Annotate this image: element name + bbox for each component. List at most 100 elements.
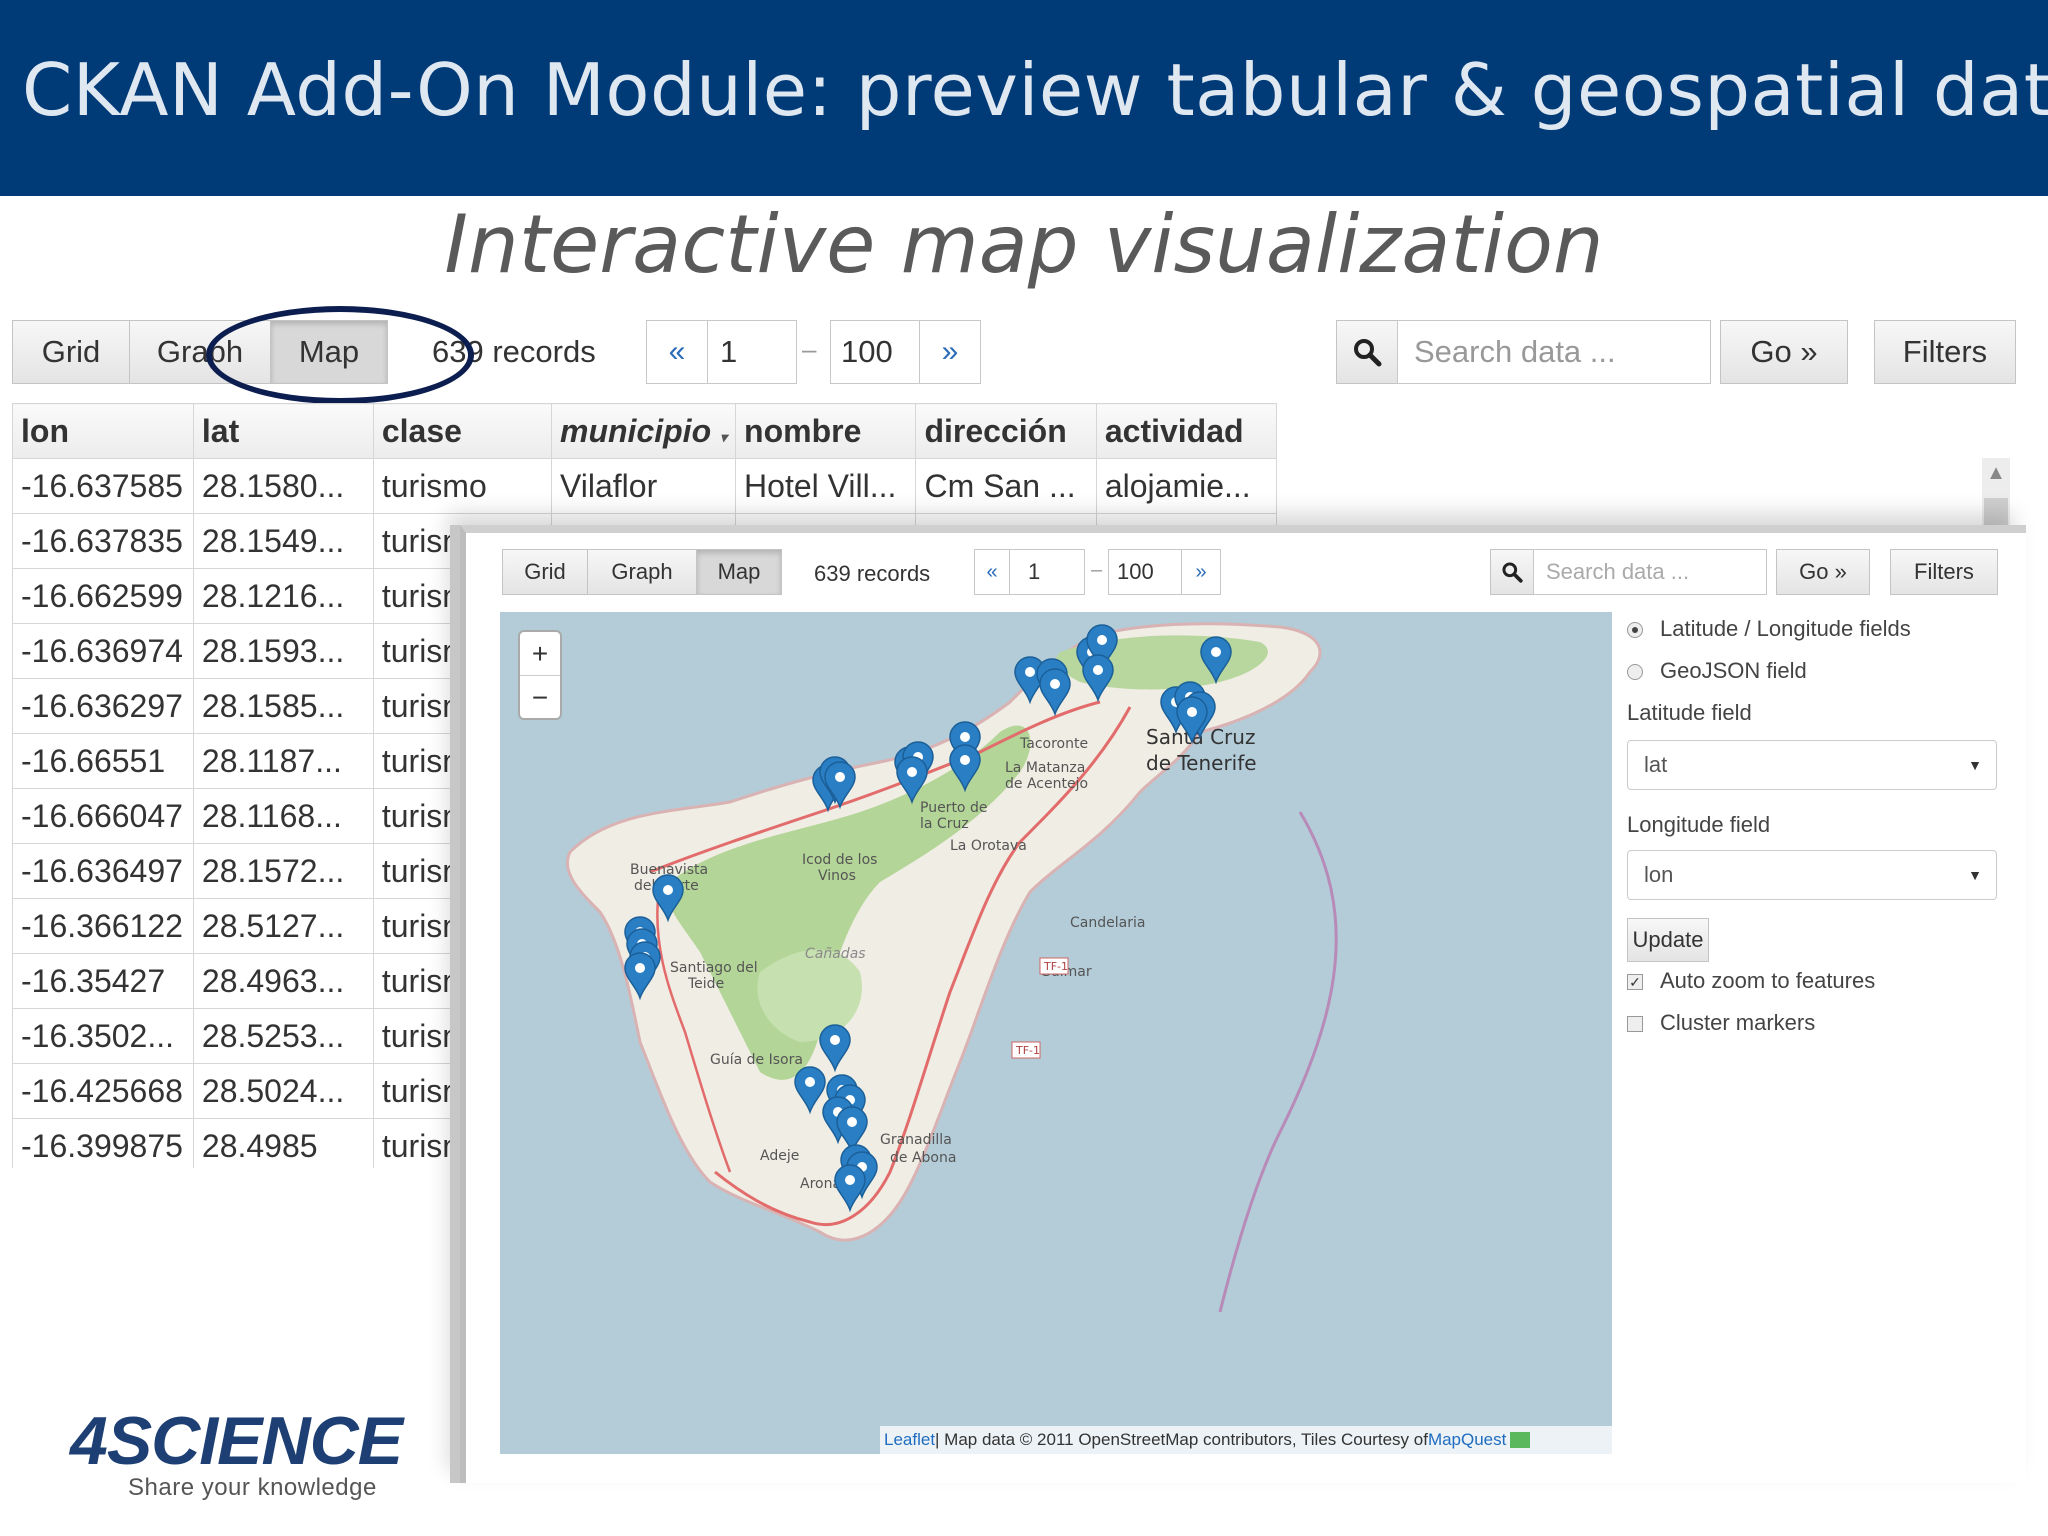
tab-map[interactable]: Map xyxy=(696,549,782,595)
next-page-label: » xyxy=(941,335,959,368)
mapquest-link[interactable]: MapQuest xyxy=(1428,1430,1506,1450)
table-cell: 28.4963... xyxy=(192,953,374,1009)
svg-text:Santiago del: Santiago del xyxy=(670,960,758,976)
table-cell: alojamie... xyxy=(1095,458,1277,514)
page-to-input[interactable]: 100 xyxy=(1108,549,1182,595)
map-marker-dot xyxy=(1211,647,1221,657)
map-marker-dot xyxy=(1025,667,1035,677)
latitude-field-select[interactable]: lat ▼ xyxy=(1627,740,1997,790)
table-row[interactable]: -16.637585 28.1580... turismo Vilaflor Hotel… xyxy=(12,458,1277,514)
caret-down-icon: ▼ xyxy=(1968,867,1982,883)
longitude-field-label: Longitude field xyxy=(1627,812,1771,837)
search-icon xyxy=(1502,562,1523,583)
svg-text:La Matanza: La Matanza xyxy=(1005,760,1085,776)
column-header[interactable]: dirección xyxy=(915,403,1097,459)
search-input[interactable]: Search data ... xyxy=(1533,549,1767,595)
attribution-text: | Map data © 2011 OpenStreetMap contribu… xyxy=(935,1430,1428,1449)
checkbox-icon[interactable] xyxy=(1627,1016,1643,1032)
map-marker-dot xyxy=(835,772,845,782)
map-marker-dot xyxy=(847,1117,857,1127)
zoom-control: + − xyxy=(518,630,562,720)
svg-text:de Tenerife: de Tenerife xyxy=(1146,751,1257,775)
column-header[interactable]: nombre xyxy=(735,403,917,459)
svg-text:TF-1: TF-1 xyxy=(1015,1044,1040,1057)
go-button[interactable]: Go » xyxy=(1776,549,1870,595)
go-button[interactable]: Go » xyxy=(1720,320,1848,384)
table-cell: -16.636297 xyxy=(12,678,194,734)
map-marker-dot xyxy=(1097,635,1107,645)
svg-text:Tacoronte: Tacoronte xyxy=(1019,736,1088,752)
latitude-field-label: Latitude field xyxy=(1627,700,1752,725)
column-header[interactable]: actividad xyxy=(1095,403,1277,459)
column-header-sorted[interactable]: municipio ▾ xyxy=(550,403,737,459)
tab-graph[interactable]: Graph xyxy=(587,549,697,595)
column-header[interactable]: clase xyxy=(372,403,553,459)
map-marker-dot xyxy=(960,755,970,765)
column-header-label: municipio xyxy=(560,412,712,449)
prev-page-button[interactable]: « xyxy=(974,549,1010,595)
search-icon xyxy=(1354,339,1382,367)
zoom-in-button[interactable]: + xyxy=(520,632,560,676)
page-range-dash: – xyxy=(802,334,817,364)
table-cell: 28.1572... xyxy=(192,843,374,899)
slide-title: CKAN Add-On Module: preview tabular & ge… xyxy=(22,48,2048,132)
svg-text:Candelaria: Candelaria xyxy=(1070,915,1145,931)
record-count: 639 records xyxy=(814,561,931,586)
logo-name: 4SCIENCE xyxy=(70,1403,403,1479)
next-page-button[interactable]: » xyxy=(1181,549,1221,595)
page-from-input[interactable]: 1 xyxy=(1009,549,1085,595)
option-geojson[interactable]: GeoJSON field xyxy=(1660,658,1807,684)
table-cell: -16.637585 xyxy=(12,458,194,514)
option-latlon[interactable]: Latitude / Longitude fields xyxy=(1660,616,1911,642)
checkbox-icon[interactable]: ✓ xyxy=(1627,974,1643,990)
leaflet-link[interactable]: Leaflet xyxy=(884,1430,935,1450)
update-button[interactable]: Update xyxy=(1627,918,1709,962)
table-cell: -16.637835 xyxy=(12,513,194,569)
svg-text:La Orotava: La Orotava xyxy=(950,838,1027,854)
filters-button[interactable]: Filters xyxy=(1874,320,2016,384)
table-cell: Vilaflor xyxy=(550,458,737,514)
map-marker-dot xyxy=(1187,707,1197,717)
next-page-label: » xyxy=(1195,560,1207,583)
auto-zoom-label[interactable]: Auto zoom to features xyxy=(1660,968,1875,994)
map-marker-dot xyxy=(1050,679,1060,689)
svg-text:la Cruz: la Cruz xyxy=(920,816,969,832)
map-marker-dot xyxy=(845,1175,855,1185)
table-cell: 28.1187... xyxy=(192,733,374,789)
column-header[interactable]: lon xyxy=(12,403,194,459)
tab-grid[interactable]: Grid xyxy=(502,549,588,595)
table-cell: 28.1216... xyxy=(192,568,374,624)
radio-icon[interactable] xyxy=(1627,622,1643,638)
svg-text:de Acentejo: de Acentejo xyxy=(1005,776,1088,792)
table-cell: 28.1585... xyxy=(192,678,374,734)
table-cell: -16.425668 xyxy=(12,1063,194,1119)
map-tiles: Tacoronte La Matanza de Acentejo Santa C… xyxy=(500,612,1612,1454)
map-marker-dot xyxy=(1093,665,1103,675)
svg-text:Icod de los: Icod de los xyxy=(802,852,877,868)
search-input[interactable]: Search data ... xyxy=(1397,320,1711,384)
table-cell: -16.366122 xyxy=(12,898,194,954)
sort-caret-icon: ▾ xyxy=(720,428,728,445)
longitude-field-select[interactable]: lon ▼ xyxy=(1627,850,1997,900)
prev-page-button[interactable]: « xyxy=(646,320,708,384)
table-cell: -16.35427 xyxy=(12,953,194,1009)
tab-grid[interactable]: Grid xyxy=(12,320,130,384)
page-from-input[interactable]: 1 xyxy=(707,320,797,384)
page-to-input[interactable]: 100 xyxy=(830,320,920,384)
search-button-icon-wrap[interactable] xyxy=(1336,320,1398,384)
next-page-button[interactable]: » xyxy=(919,320,981,384)
latitude-field-value: lat xyxy=(1644,752,1668,777)
radio-icon[interactable] xyxy=(1627,664,1643,680)
table-cell: 28.1168... xyxy=(192,788,374,844)
table-header-row: lon lat clase municipio ▾ nombre direcci… xyxy=(12,403,1277,459)
column-header[interactable]: lat xyxy=(192,403,374,459)
search-button[interactable] xyxy=(1490,549,1534,595)
page-range-dash: – xyxy=(1091,559,1103,581)
svg-text:Vinos: Vinos xyxy=(818,868,856,884)
table-cell: turismo xyxy=(372,458,553,514)
scroll-up-icon[interactable]: ▲ xyxy=(1982,462,2010,484)
zoom-out-button[interactable]: − xyxy=(520,676,560,719)
leaflet-map[interactable]: Tacoronte La Matanza de Acentejo Santa C… xyxy=(500,612,1612,1454)
cluster-markers-label[interactable]: Cluster markers xyxy=(1660,1010,1815,1036)
filters-button[interactable]: Filters xyxy=(1890,549,1998,595)
